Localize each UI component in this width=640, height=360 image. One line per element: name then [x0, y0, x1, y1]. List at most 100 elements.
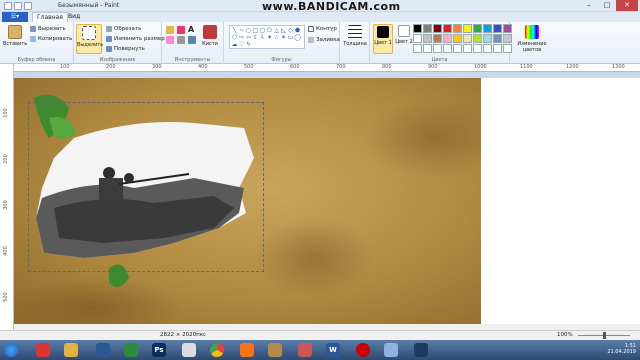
file-menu-button[interactable]: ☰▾	[2, 12, 28, 22]
canvas-workspace[interactable]	[14, 72, 640, 324]
tab-home[interactable]: Главная	[32, 12, 68, 22]
shape-star4-icon: ✦	[266, 34, 273, 41]
start-button-icon[interactable]	[4, 343, 18, 357]
color2-button[interactable]: Цвет 2	[394, 24, 414, 54]
color-picker-icon[interactable]	[177, 36, 185, 44]
minimize-button[interactable]: –	[580, 0, 598, 11]
shape-line-icon: ╲	[232, 27, 237, 34]
media-icon[interactable]	[298, 343, 312, 357]
color1-button[interactable]: Цвет 1	[373, 24, 393, 54]
palette-swatch[interactable]	[443, 44, 452, 53]
eraser-icon[interactable]	[166, 36, 174, 44]
torrent-icon[interactable]	[124, 343, 138, 357]
thickness-icon	[348, 25, 362, 39]
palette-swatch[interactable]	[463, 44, 472, 53]
crop-icon	[106, 26, 112, 32]
palette-swatch[interactable]	[473, 34, 482, 43]
record-icon[interactable]	[356, 343, 370, 357]
shape-roundrect-icon: ▢	[259, 27, 266, 34]
shape-curve-icon: ~	[238, 27, 245, 34]
close-button[interactable]: ✕	[616, 0, 638, 11]
redo-icon[interactable]	[24, 2, 32, 10]
palette-swatch[interactable]	[453, 34, 462, 43]
outline-button[interactable]: Контур	[308, 25, 337, 33]
horizontal-ruler: 100 200 300 400 500 600 700 800 900 1000 1100 1200 1…	[14, 64, 640, 72]
media-player-icon[interactable]	[96, 343, 110, 357]
palette-swatch[interactable]	[423, 24, 432, 33]
crop-button[interactable]: Обрезать	[106, 25, 141, 33]
palette-swatch[interactable]	[483, 24, 492, 33]
paint-taskbar-icon[interactable]	[384, 343, 398, 357]
brushes-button[interactable]: Кисти	[198, 24, 222, 54]
palette-swatch[interactable]	[433, 34, 442, 43]
palette-swatch[interactable]	[493, 24, 502, 33]
ruler-tick-label: 700	[336, 64, 346, 70]
magnifier-icon[interactable]	[188, 36, 196, 44]
selection-icon	[82, 26, 96, 40]
palette-swatch[interactable]	[423, 44, 432, 53]
maximize-button[interactable]: □	[598, 0, 616, 11]
zoom-slider-knob[interactable]	[603, 332, 606, 339]
palette-swatch[interactable]	[493, 44, 502, 53]
browser-icon[interactable]	[36, 343, 50, 357]
palette-swatch[interactable]	[473, 24, 482, 33]
tab-view[interactable]: Вид	[64, 12, 84, 22]
fill-button[interactable]: Заливка	[308, 36, 340, 44]
palette-swatch[interactable]	[463, 34, 472, 43]
canvas-blank-area[interactable]	[481, 78, 640, 324]
palette-swatch[interactable]	[423, 34, 432, 43]
palette-swatch[interactable]	[483, 34, 492, 43]
shapes-group-label: Фигуры	[271, 57, 292, 63]
folder-icon[interactable]	[64, 343, 78, 357]
palette-swatch[interactable]	[413, 34, 422, 43]
photoshop-icon[interactable]: Ps	[152, 343, 166, 357]
shapes-gallery[interactable]: ╲ ~ ○ □ ▢ ⬠ △ ◺ ◇ ⬟ ⬡ ⇨ ⇦ ⇧ ⇩ ✦ ☆ ✶ ▭ ◯ ☁ ♡ ϟ	[229, 25, 305, 49]
rotate-button[interactable]: Повернуть	[106, 45, 145, 53]
ribbon-tabs: ☰▾ Главная Вид	[0, 12, 640, 22]
notepad-icon[interactable]	[182, 343, 196, 357]
palette-swatch[interactable]	[493, 34, 502, 43]
resize-button[interactable]: Изменить размер	[106, 35, 165, 43]
clipboard-group: Вставить Вырезать Копировать Буфер обмен…	[0, 22, 74, 64]
palette-swatch[interactable]	[443, 34, 452, 43]
shape-triangle-icon: △	[274, 27, 279, 34]
save-icon[interactable]	[4, 2, 12, 10]
fill-icon	[308, 37, 314, 43]
palette-swatch[interactable]	[413, 44, 422, 53]
fill-bucket-icon[interactable]	[177, 26, 185, 34]
selection-rectangle[interactable]	[28, 102, 264, 272]
ruler-tick-label: 900	[428, 64, 438, 70]
shape-rect-icon: □	[252, 27, 259, 34]
chrome-icon[interactable]	[210, 343, 224, 357]
palette-swatch[interactable]	[483, 44, 492, 53]
ruler-tick-label: 200	[2, 154, 9, 164]
cut-button[interactable]: Вырезать	[30, 25, 66, 33]
paste-button[interactable]: Вставить	[3, 24, 27, 54]
edit-colors-button[interactable]: Изменение цветов	[516, 24, 548, 54]
shape-arrow-left-icon: ⇦	[245, 34, 252, 41]
system-clock[interactable]: 1:51 21.04.2019	[607, 343, 636, 355]
select-button[interactable]: Выделить	[76, 24, 103, 54]
palette-swatch[interactable]	[413, 24, 422, 33]
palette-swatch[interactable]	[433, 24, 442, 33]
copy-button[interactable]: Копировать	[30, 35, 72, 43]
palette-swatch[interactable]	[443, 24, 452, 33]
rotate-icon	[106, 46, 112, 52]
undo-icon[interactable]	[14, 2, 22, 10]
thickness-button[interactable]: Толщина	[343, 24, 367, 54]
palette-swatch[interactable]	[463, 24, 472, 33]
screen-icon[interactable]	[414, 343, 428, 357]
text-tool-icon[interactable]: A	[188, 26, 197, 34]
palette-swatch[interactable]	[473, 44, 482, 53]
palette-swatch[interactable]	[453, 24, 462, 33]
word-icon[interactable]: W	[326, 343, 340, 357]
shape-lightning-icon: ϟ	[246, 41, 251, 48]
clipboard-group-label: Буфер обмена	[17, 57, 56, 63]
app-icon[interactable]	[240, 343, 254, 357]
palette-swatch[interactable]	[453, 44, 462, 53]
pencil-icon[interactable]	[166, 26, 174, 34]
palette-swatch[interactable]	[433, 44, 442, 53]
image-viewer-icon[interactable]	[268, 343, 282, 357]
ruler-tick-label: 300	[2, 200, 9, 210]
paint-window: Безымянный - Paint www.BANDICAM.com – □ …	[0, 0, 640, 340]
